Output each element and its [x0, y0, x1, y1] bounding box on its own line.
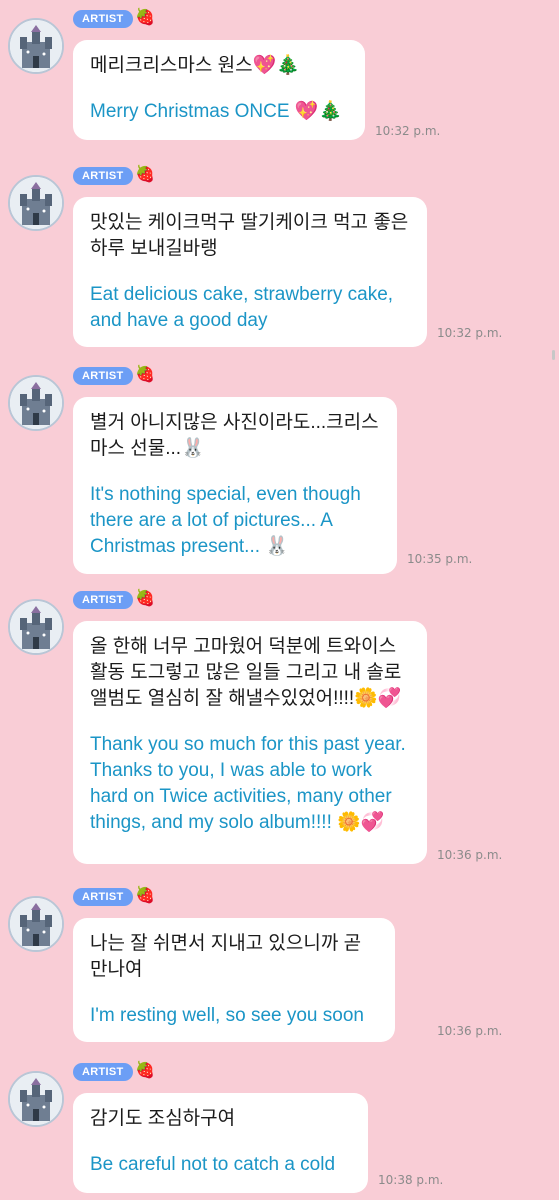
timestamp: 10:32 p.m.	[437, 326, 503, 340]
artist-badge: ARTIST	[73, 10, 133, 28]
english-translation: Thank you so much for this past year. Th…	[90, 734, 406, 833]
strawberry-icon: 🍓	[135, 590, 155, 607]
castle-avatar-icon	[10, 377, 62, 429]
strawberry-icon: 🍓	[135, 9, 155, 26]
timestamp: 10:36 p.m.	[437, 848, 503, 862]
english-translation: Eat delicious cake, strawberry cake, and…	[90, 284, 394, 331]
korean-text: 올 한해 너무 고마웠어 덕분에 트와이스 활동 도그렇고 많은 일들 그리고 …	[90, 636, 402, 709]
avatar[interactable]	[8, 1071, 64, 1127]
message-bubble[interactable]: 별거 아니지많은 사진이라도...크리스마스 선물...🐰 It's nothi…	[73, 397, 397, 574]
message-bubble[interactable]: 감기도 조심하구여 Be careful not to catch a cold	[73, 1093, 368, 1193]
scrollbar-thumb[interactable]	[552, 350, 555, 360]
avatar[interactable]	[8, 18, 64, 74]
artist-badge: ARTIST	[73, 167, 133, 185]
korean-text: 맛있는 케이크먹구 딸기케이크 먹고 좋은하루 보내길바랭	[90, 212, 409, 259]
english-translation: Be careful not to catch a cold	[90, 1154, 336, 1175]
strawberry-icon: 🍓	[135, 366, 155, 383]
korean-text: 감기도 조심하구여	[90, 1108, 236, 1129]
avatar[interactable]	[8, 175, 64, 231]
artist-badge: ARTIST	[73, 591, 133, 609]
timestamp: 10:32 p.m.	[375, 124, 441, 138]
korean-text: 별거 아니지많은 사진이라도...크리스마스 선물...🐰	[90, 412, 379, 459]
strawberry-icon: 🍓	[135, 1062, 155, 1079]
castle-avatar-icon	[10, 601, 62, 653]
strawberry-icon: 🍓	[135, 166, 155, 183]
message-bubble[interactable]: 맛있는 케이크먹구 딸기케이크 먹고 좋은하루 보내길바랭 Eat delici…	[73, 197, 427, 347]
message-bubble[interactable]: 메리크리스마스 원스💖🎄 Merry Christmas ONCE 💖🎄	[73, 40, 365, 140]
timestamp: 10:36 p.m.	[437, 1024, 503, 1038]
castle-avatar-icon	[10, 20, 62, 72]
castle-avatar-icon	[10, 898, 62, 950]
artist-badge: ARTIST	[73, 367, 133, 385]
avatar[interactable]	[8, 599, 64, 655]
english-translation: I'm resting well, so see you soon	[90, 1005, 364, 1026]
english-translation: Merry Christmas ONCE 💖🎄	[90, 101, 343, 122]
korean-text: 나는 잘 쉬면서 지내고 있으니까 곧 만나여	[90, 933, 362, 980]
avatar[interactable]	[8, 896, 64, 952]
artist-badge: ARTIST	[73, 1063, 133, 1081]
timestamp: 10:38 p.m.	[378, 1173, 444, 1187]
castle-avatar-icon	[10, 1073, 62, 1125]
strawberry-icon: 🍓	[135, 887, 155, 904]
avatar[interactable]	[8, 375, 64, 431]
korean-text: 메리크리스마스 원스💖🎄	[90, 55, 300, 76]
timestamp: 10:35 p.m.	[407, 552, 473, 566]
artist-badge: ARTIST	[73, 888, 133, 906]
message-bubble[interactable]: 나는 잘 쉬면서 지내고 있으니까 곧 만나여 I'm resting well…	[73, 918, 395, 1042]
english-translation: It's nothing special, even though there …	[90, 484, 361, 557]
message-bubble[interactable]: 올 한해 너무 고마웠어 덕분에 트와이스 활동 도그렇고 많은 일들 그리고 …	[73, 621, 427, 864]
castle-avatar-icon	[10, 177, 62, 229]
